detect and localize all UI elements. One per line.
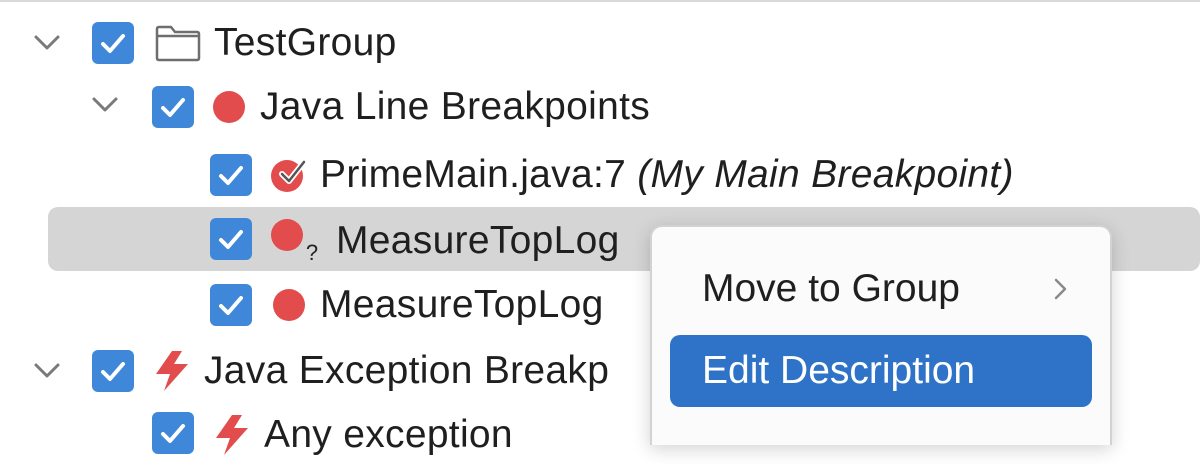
tree-row-label-primemain[interactable]: PrimeMain.java:7 (My Main Breakpoint): [320, 145, 1014, 205]
menu-item-edit-description[interactable]: Edit Description: [670, 335, 1092, 407]
menu-item-label: Move to Group: [702, 267, 960, 310]
chevron-right-icon: [1048, 275, 1072, 303]
tree-row-label-measuretoplog-2[interactable]: MeasureTopLog: [320, 275, 604, 335]
checkbox-testgroup[interactable]: [92, 22, 134, 64]
checkbox-java-line-breakpoints[interactable]: [152, 86, 194, 128]
svg-text:?: ?: [306, 240, 318, 264]
checkbox-measuretoplog-1[interactable]: [210, 218, 252, 260]
tree-row-label-java-exception-breakpoints[interactable]: Java Exception Breakp: [204, 341, 609, 401]
menu-item-label: Edit Description: [702, 349, 976, 392]
checkbox-measuretoplog-2[interactable]: [210, 284, 252, 326]
lightning-icon: [212, 414, 252, 456]
tree-row-label-testgroup[interactable]: TestGroup: [214, 13, 397, 73]
menu-item-move-to-group[interactable]: Move to Group: [670, 253, 1092, 325]
tree-row-label-java-line-breakpoints[interactable]: Java Line Breakpoints: [260, 77, 650, 137]
breakpoint-logged-icon: [270, 156, 310, 194]
checkbox-primemain[interactable]: [210, 154, 252, 196]
tree-row-label-any-exception[interactable]: Any exception: [264, 405, 513, 465]
breakpoint-description: (My Main Breakpoint): [637, 153, 1014, 196]
breakpoint-dot-icon: [272, 288, 306, 322]
chevron-down-icon[interactable]: [90, 90, 120, 120]
checkbox-any-exception[interactable]: [152, 412, 194, 454]
lightning-icon: [152, 350, 192, 392]
chevron-down-icon[interactable]: [32, 356, 62, 386]
checkbox-java-exception-breakpoints[interactable]: [92, 350, 134, 392]
breakpoint-dot-icon: [212, 90, 246, 124]
tree-row-label-measuretoplog-1[interactable]: MeasureTopLog: [336, 211, 620, 271]
breakpoint-location: PrimeMain.java:7: [320, 153, 627, 196]
folder-icon: [154, 24, 202, 62]
context-menu: Move to Group Edit Description: [650, 225, 1112, 445]
chevron-down-icon[interactable]: [32, 28, 62, 58]
breakpoint-unverified-icon: ?: [270, 218, 326, 265]
